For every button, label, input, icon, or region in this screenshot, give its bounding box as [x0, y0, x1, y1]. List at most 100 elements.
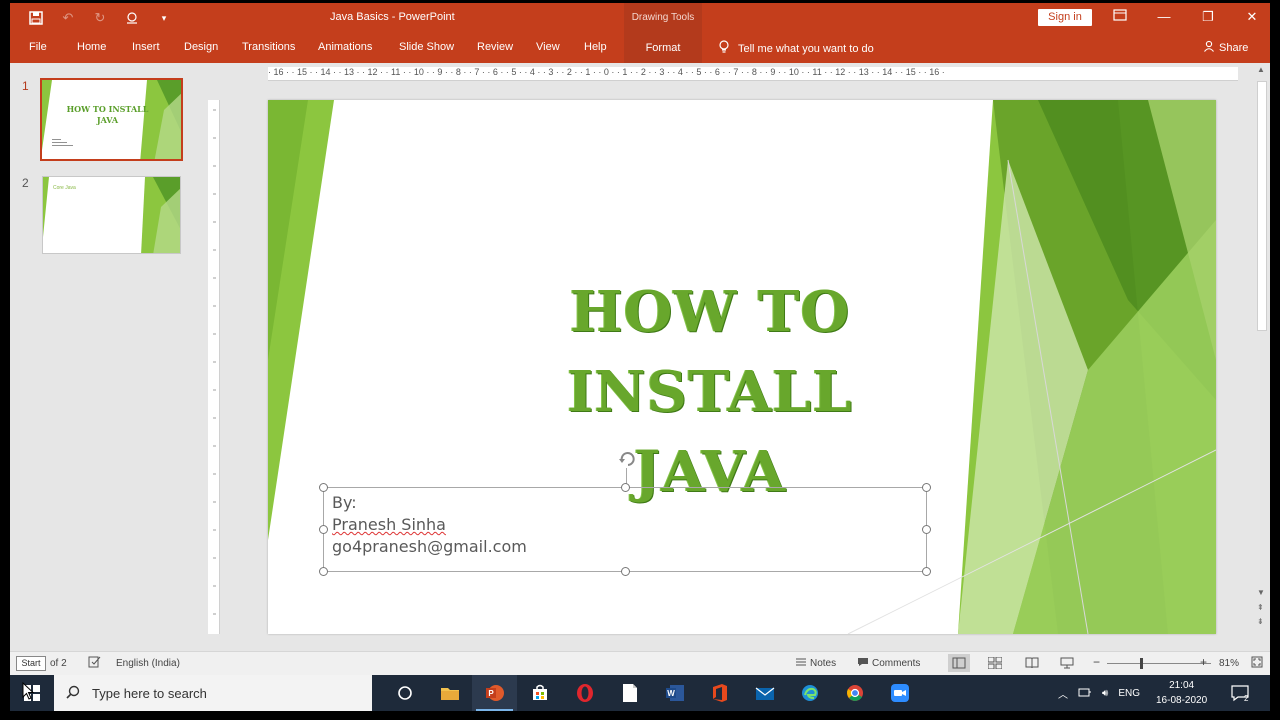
- vertical-scrollbar[interactable]: ▲ ▼ ⇞ ⇟: [1254, 63, 1270, 651]
- tab-file[interactable]: File: [29, 41, 47, 53]
- sign-in-button[interactable]: Sign in: [1038, 9, 1092, 26]
- action-center-icon[interactable]: 2: [1230, 683, 1250, 708]
- resize-handle-bottom-left[interactable]: [319, 567, 328, 576]
- status-bar: Start of 2 English (India) Notes Comment…: [10, 651, 1270, 675]
- zoom-level[interactable]: 81%: [1219, 658, 1239, 669]
- resize-handle-top[interactable]: [621, 483, 630, 492]
- vertical-ruler: [208, 100, 220, 634]
- taskbar-apps: P W: [382, 675, 922, 711]
- tab-transitions[interactable]: Transitions: [242, 41, 295, 53]
- vertical-ruler-ticks: [213, 109, 216, 615]
- zoom-meetings-icon[interactable]: [877, 675, 922, 711]
- slide-count: of 2: [50, 658, 67, 669]
- zoom-out-icon[interactable]: −: [1093, 655, 1100, 669]
- scroll-down-icon[interactable]: ▼: [1257, 588, 1265, 597]
- search-icon: [66, 685, 80, 702]
- subtitle-author-line: Pranesh Sinha: [332, 515, 446, 534]
- tab-format[interactable]: Format: [624, 33, 702, 63]
- slide-title-line-1: HOW TO INSTALL: [567, 279, 853, 425]
- undo-icon[interactable]: ↶: [60, 10, 76, 26]
- notepad-icon[interactable]: [607, 675, 652, 711]
- resize-handle-left[interactable]: [319, 525, 328, 534]
- tab-slide-show[interactable]: Slide Show: [399, 41, 454, 53]
- comments-icon: [857, 657, 869, 670]
- tab-insert[interactable]: Insert: [132, 41, 160, 53]
- opera-browser-icon[interactable]: [562, 675, 607, 711]
- tab-home[interactable]: Home: [77, 41, 106, 53]
- comments-button[interactable]: Comments: [872, 658, 920, 669]
- clock-time: 21:04: [1169, 680, 1195, 691]
- resize-handle-bottom[interactable]: [621, 567, 630, 576]
- resize-handle-top-right[interactable]: [922, 483, 931, 492]
- office-icon[interactable]: [697, 675, 742, 711]
- slide-number-box[interactable]: Start: [16, 656, 46, 671]
- minimize-icon[interactable]: —: [1156, 9, 1172, 25]
- show-hidden-icons-icon[interactable]: ︿: [1058, 686, 1068, 701]
- normal-view-icon[interactable]: [948, 654, 970, 672]
- title-bar: ↶ ↻ ▾ Java Basics - PowerPoint Drawing T…: [10, 3, 1270, 33]
- redo-icon[interactable]: ↻: [92, 10, 108, 26]
- tell-me-search[interactable]: Tell me what you want to do: [718, 40, 874, 57]
- chrome-browser-icon[interactable]: [832, 675, 877, 711]
- windows-taskbar: Type here to search P W ︿ 🔊︎ ENG 21:04 1…: [10, 675, 1270, 711]
- taskbar-clock[interactable]: 21:04 16-08-2020: [1156, 678, 1207, 708]
- scrollbar-thumb[interactable]: [1257, 81, 1267, 331]
- customize-qat-icon[interactable]: ▾: [156, 10, 172, 26]
- input-language[interactable]: ENG: [1118, 688, 1140, 699]
- zoom-slider[interactable]: [1107, 663, 1211, 664]
- ribbon-tabs: File Home Insert Design Transitions Anim…: [10, 33, 1270, 63]
- reading-view-icon[interactable]: [1025, 657, 1039, 672]
- tab-animations[interactable]: Animations: [318, 41, 372, 53]
- subtitle-email-line: go4pranesh@gmail.com: [332, 537, 527, 556]
- slide-canvas[interactable]: HOW TO INSTALL JAVA By: Pranesh Sinha go…: [268, 100, 1216, 634]
- zoom-in-icon[interactable]: +: [1200, 655, 1207, 669]
- volume-icon[interactable]: 🔊︎: [1102, 688, 1108, 699]
- fit-to-window-icon[interactable]: [1251, 656, 1263, 671]
- rotate-handle-icon[interactable]: [616, 448, 638, 470]
- word-icon[interactable]: W: [652, 675, 697, 711]
- next-slide-icon[interactable]: ⇟: [1257, 617, 1264, 626]
- slide-sorter-icon[interactable]: [987, 656, 1003, 672]
- resize-handle-right[interactable]: [922, 525, 931, 534]
- resize-handle-bottom-right[interactable]: [922, 567, 931, 576]
- slide-thumbnail-pane: 1 HOW TO INSTALL JAVA ▬▬▬ ▬▬▬▬▬ ▬▬▬▬▬▬▬ 2 …: [10, 63, 202, 651]
- notes-button[interactable]: Notes: [810, 658, 836, 669]
- svg-text:W: W: [667, 689, 675, 698]
- quick-access-toolbar: ↶ ↻ ▾: [28, 10, 172, 26]
- mail-icon[interactable]: [742, 675, 787, 711]
- resize-handle-top-left[interactable]: [319, 483, 328, 492]
- subtitle-textbox[interactable]: By: Pranesh Sinha go4pranesh@gmail.com: [319, 483, 931, 576]
- slide-thumbnail-2[interactable]: Core Java: [42, 176, 181, 254]
- tab-review[interactable]: Review: [477, 41, 513, 53]
- slide-show-icon[interactable]: [1060, 657, 1074, 672]
- scroll-up-icon[interactable]: ▲: [1257, 65, 1265, 74]
- microsoft-store-icon[interactable]: [517, 675, 562, 711]
- powerpoint-taskbar-icon[interactable]: P: [472, 675, 517, 711]
- cortana-icon[interactable]: [382, 675, 427, 711]
- tab-design[interactable]: Design: [184, 41, 218, 53]
- close-icon[interactable]: ✕: [1244, 9, 1260, 25]
- previous-slide-icon[interactable]: ⇞: [1257, 603, 1264, 612]
- edge-browser-icon[interactable]: [787, 675, 832, 711]
- tab-help[interactable]: Help: [584, 41, 607, 53]
- ribbon-display-options-icon[interactable]: [1112, 9, 1128, 25]
- slide-title[interactable]: HOW TO INSTALL JAVA: [428, 272, 992, 512]
- share-button[interactable]: Share: [1203, 40, 1248, 55]
- save-icon[interactable]: [28, 10, 44, 26]
- slide-thumbnail-1[interactable]: HOW TO INSTALL JAVA ▬▬▬ ▬▬▬▬▬ ▬▬▬▬▬▬▬: [40, 78, 183, 161]
- spelling-check-icon[interactable]: [88, 656, 101, 671]
- zoom-slider-knob[interactable]: [1140, 658, 1144, 669]
- network-icon[interactable]: [1078, 686, 1092, 701]
- tab-view[interactable]: View: [536, 41, 560, 53]
- restore-icon[interactable]: ❐: [1200, 9, 1216, 25]
- file-explorer-icon[interactable]: [427, 675, 472, 711]
- clock-date: 16-08-2020: [1156, 695, 1208, 706]
- taskbar-search-box[interactable]: Type here to search: [54, 675, 372, 711]
- touch-mode-icon[interactable]: [124, 10, 140, 26]
- window-controls: — ❐ ✕: [1112, 9, 1260, 25]
- subtitle-by-line: By:: [332, 493, 357, 512]
- language-indicator[interactable]: English (India): [116, 658, 180, 669]
- thumbnail-number: 2: [22, 176, 29, 190]
- person-icon: [1203, 40, 1215, 55]
- search-placeholder: Type here to search: [92, 685, 207, 701]
